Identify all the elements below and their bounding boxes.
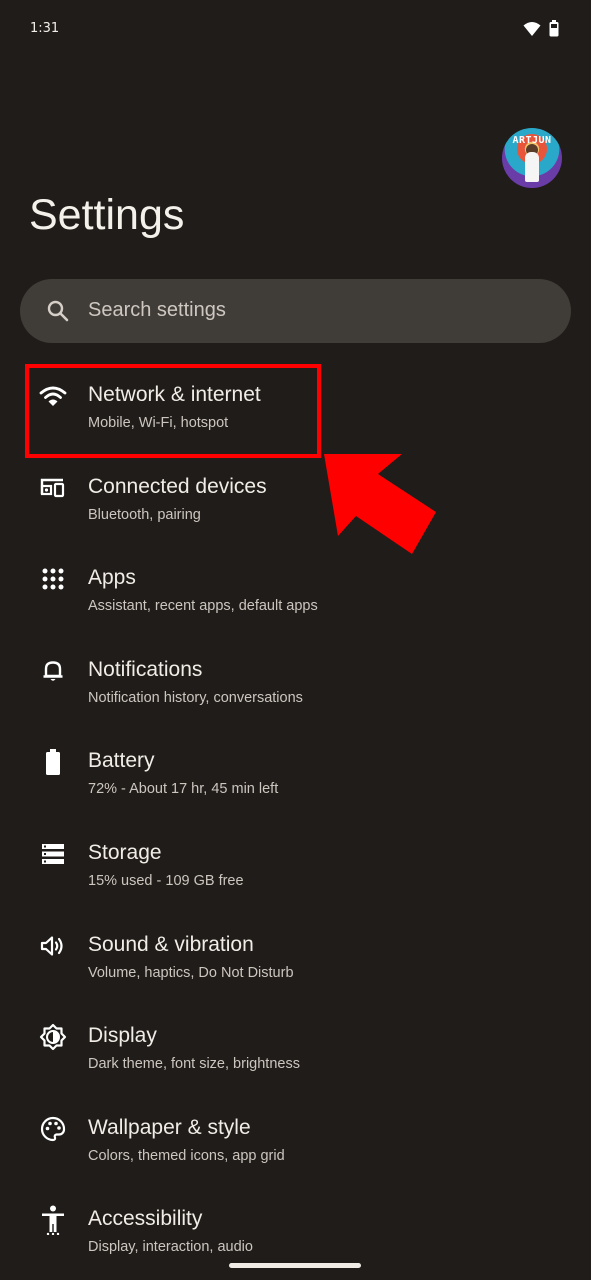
item-title: Wallpaper & style <box>88 1115 251 1139</box>
item-title: Storage <box>88 840 162 864</box>
item-subtitle: 15% used - 109 GB free <box>88 872 244 889</box>
devices-icon <box>36 471 70 505</box>
avatar-person <box>525 152 539 182</box>
search-icon <box>46 299 70 327</box>
item-subtitle: Assistant, recent apps, default apps <box>88 598 318 615</box>
item-title: Apps <box>88 566 136 590</box>
page-title: Settings <box>29 191 185 239</box>
status-bar: 1:31 <box>0 0 591 58</box>
item-subtitle: 72% - About 17 hr, 45 min left <box>88 781 279 798</box>
brightness-icon <box>36 1020 70 1054</box>
item-subtitle: Notification history, conversations <box>88 689 303 706</box>
battery-icon <box>549 20 559 41</box>
apps-grid-icon <box>36 562 70 596</box>
settings-item-battery[interactable]: Battery 72% - About 17 hr, 45 min left <box>0 718 591 810</box>
item-title: Sound & vibration <box>88 932 254 956</box>
settings-item-storage[interactable]: Storage 15% used - 109 GB free <box>0 810 591 902</box>
battery-icon <box>36 745 70 779</box>
status-time: 1:31 <box>30 21 60 36</box>
item-title: Notifications <box>88 657 203 681</box>
profile-avatar[interactable]: ARTJUN <box>502 128 562 188</box>
item-subtitle: Volume, haptics, Do Not Disturb <box>88 964 294 981</box>
highlight-box <box>25 364 321 458</box>
search-placeholder: Search settings <box>88 299 226 321</box>
search-bar[interactable]: Search settings <box>20 279 571 343</box>
item-subtitle: Bluetooth, pairing <box>88 506 201 523</box>
settings-item-accessibility[interactable]: Accessibility Display, interaction, audi… <box>0 1176 591 1268</box>
storage-icon <box>36 837 70 871</box>
settings-item-notifications[interactable]: Notifications Notification history, conv… <box>0 627 591 719</box>
item-title: Battery <box>88 749 155 773</box>
accessibility-icon <box>36 1203 70 1237</box>
bell-icon <box>36 654 70 688</box>
item-title: Connected devices <box>88 474 267 498</box>
wifi-icon <box>523 21 541 41</box>
pointer-arrow-icon <box>324 454 436 554</box>
gesture-bar[interactable] <box>229 1263 361 1268</box>
item-subtitle: Dark theme, font size, brightness <box>88 1056 300 1073</box>
item-title: Accessibility <box>88 1207 203 1231</box>
settings-item-display[interactable]: Display Dark theme, font size, brightnes… <box>0 993 591 1085</box>
item-subtitle: Display, interaction, audio <box>88 1239 253 1256</box>
settings-item-wallpaper[interactable]: Wallpaper & style Colors, themed icons, … <box>0 1085 591 1177</box>
settings-list: Network & internet Mobile, Wi-Fi, hotspo… <box>0 352 591 1268</box>
settings-item-apps[interactable]: Apps Assistant, recent apps, default app… <box>0 535 591 627</box>
item-title: Display <box>88 1024 157 1048</box>
palette-icon <box>36 1112 70 1146</box>
item-subtitle: Colors, themed icons, app grid <box>88 1147 285 1164</box>
settings-item-sound[interactable]: Sound & vibration Volume, haptics, Do No… <box>0 902 591 994</box>
speaker-icon <box>36 929 70 963</box>
status-icons <box>523 20 559 41</box>
